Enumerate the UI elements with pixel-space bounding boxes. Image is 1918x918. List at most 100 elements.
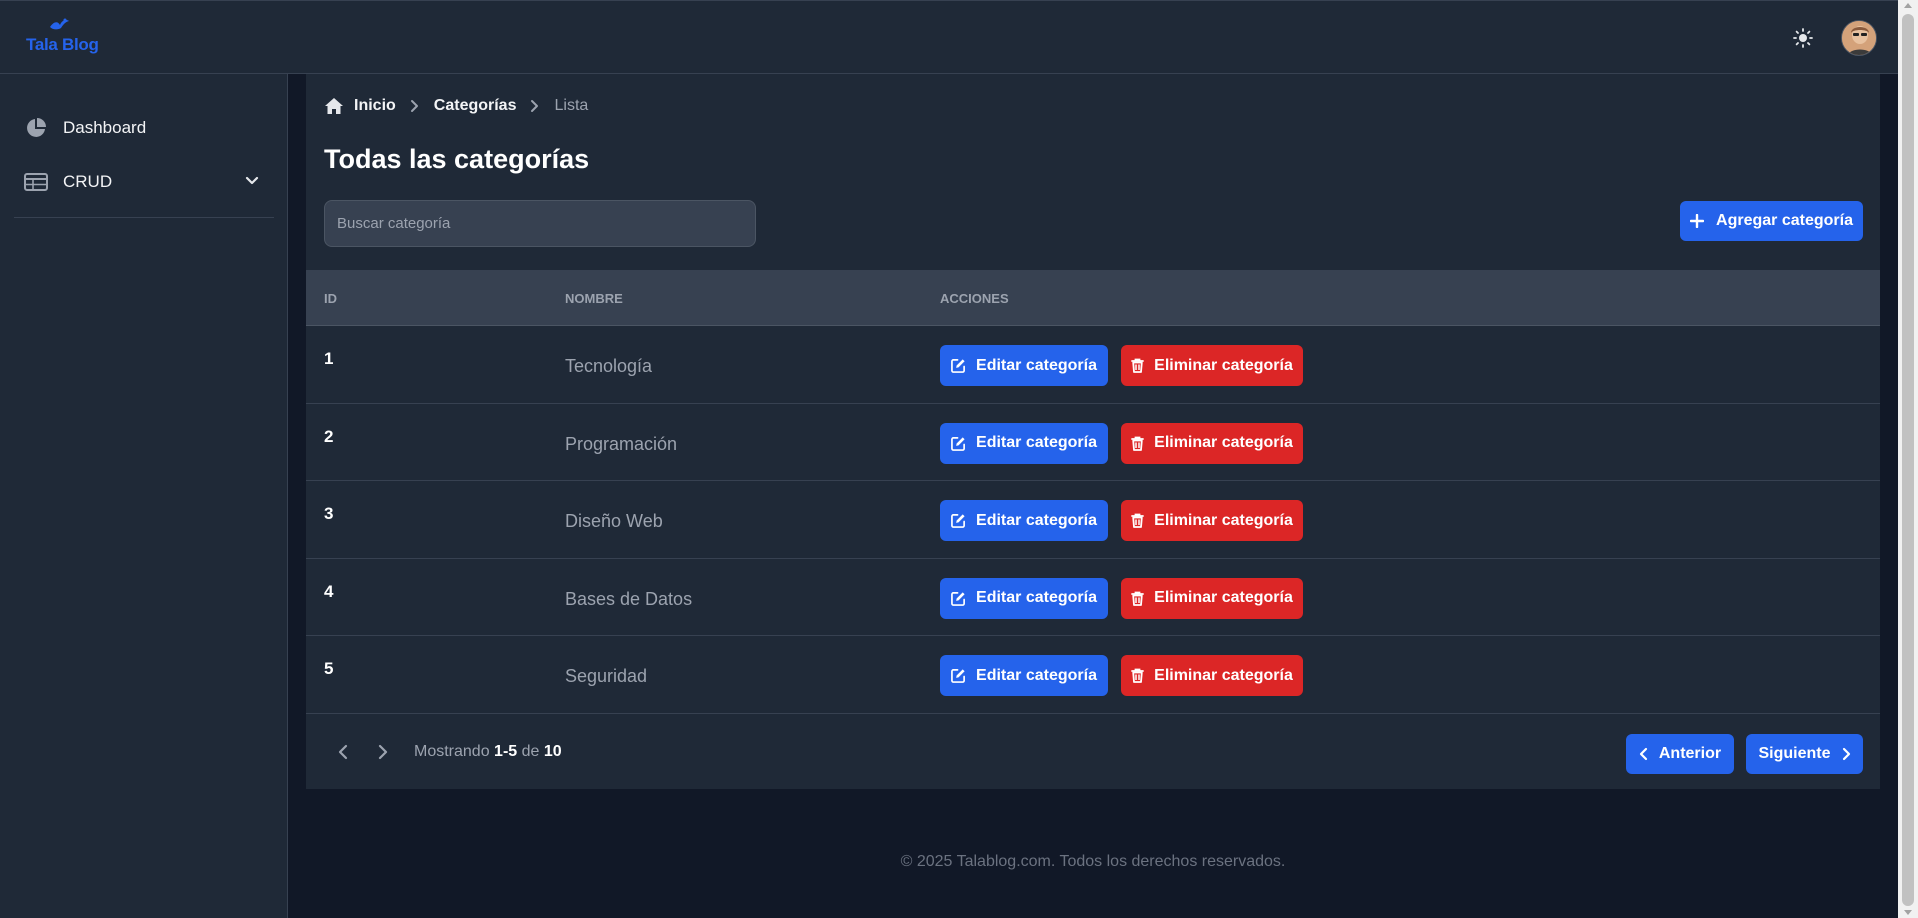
sidebar-divider: [14, 217, 274, 218]
edit-icon: [951, 359, 965, 373]
table-row: 5 Seguridad Editar categoría Eliminar categ…: [306, 636, 1880, 714]
logo-text: Tala Blog: [26, 35, 99, 54]
table-icon: [24, 170, 48, 194]
delete-category-button[interactable]: Eliminar categoría: [1121, 577, 1303, 619]
edit-category-button[interactable]: Editar categoría: [940, 500, 1108, 541]
logo[interactable]: Tala Blog: [24, 17, 108, 59]
chevron-right-icon: [1842, 747, 1850, 761]
search-input[interactable]: [324, 200, 756, 247]
edit-category-button[interactable]: Editar categoría: [940, 655, 1108, 696]
cell-id: 4: [324, 581, 334, 601]
sidebar-item-crud[interactable]: CRUD: [14, 160, 274, 204]
edit-category-label: Editar categoría: [976, 589, 1097, 606]
scroll-down-icon[interactable]: [1904, 910, 1912, 915]
pagination: Mostrando 1-5 de 10 Anterior Siguiente: [306, 714, 1880, 789]
delete-category-label: Eliminar categoría: [1154, 434, 1293, 451]
add-category-label: Agregar categoría: [1716, 212, 1853, 229]
cell-name: Bases de Datos: [565, 588, 693, 609]
delete-category-label: Eliminar categoría: [1154, 666, 1293, 684]
chevron-left-icon: [1639, 747, 1647, 761]
sidebar-item-label: Dashboard: [63, 118, 147, 137]
table-header: ID NOMBRE ACCIONES: [306, 270, 1880, 326]
chevron-right-icon: [530, 99, 540, 113]
cell-id: 1: [324, 349, 334, 368]
categories-table: ID NOMBRE ACCIONES 1 Tecnología Editar cat…: [306, 270, 1880, 714]
breadcrumb-current: Lista: [554, 97, 589, 114]
delete-category-button[interactable]: Eliminar categoría: [1121, 345, 1303, 386]
avatar-image: [1842, 21, 1876, 55]
delete-category-label: Eliminar categoría: [1154, 589, 1293, 606]
edit-category-label: Editar categoría: [976, 666, 1097, 684]
edit-icon: [951, 436, 965, 451]
table-row: 1 Tecnología Editar categoría Eliminar cate…: [306, 326, 1880, 404]
edit-icon: [951, 514, 965, 528]
chevron-down-icon[interactable]: [244, 172, 260, 193]
delete-category-label: Eliminar categoría: [1154, 356, 1293, 374]
previous-button[interactable]: Anterior: [1626, 734, 1734, 774]
add-category-button[interactable]: Agregar categoría: [1680, 201, 1863, 241]
cell-id: 5: [324, 659, 334, 678]
pagination-range: 1-5: [494, 743, 518, 760]
page-scrollbar[interactable]: [1898, 0, 1918, 918]
scrollbar-thumb[interactable]: [1902, 14, 1914, 906]
column-header-id: ID: [324, 291, 337, 306]
trash-icon: [1131, 513, 1145, 528]
previous-label: Anterior: [1658, 745, 1722, 762]
edit-category-label: Editar categoría: [976, 356, 1097, 374]
page-title: Todas las categorías: [324, 144, 590, 174]
trash-icon: [1131, 591, 1145, 606]
sidebar: Dashboard CRUD: [0, 74, 288, 918]
breadcrumb-home-label: Inicio: [354, 97, 396, 114]
sun-icon: [1793, 28, 1813, 48]
edit-category-button[interactable]: Editar categoría: [940, 422, 1108, 464]
sidebar-item-dashboard[interactable]: Dashboard: [14, 106, 274, 150]
delete-category-button[interactable]: Eliminar categoría: [1121, 655, 1303, 696]
theme-toggle-button[interactable]: [1791, 26, 1815, 50]
pagination-of: de: [521, 743, 540, 760]
next-label: Siguiente: [1758, 745, 1831, 762]
footer-copyright: © 2025 Talablog.com. Todos los derechos …: [900, 853, 1286, 870]
breadcrumb-home[interactable]: Inicio: [324, 97, 396, 115]
cell-name: Tecnología: [565, 356, 653, 376]
breadcrumb-categorias[interactable]: Categorías: [434, 97, 517, 115]
edit-category-label: Editar categoría: [976, 434, 1097, 451]
trash-icon: [1131, 358, 1145, 373]
chevron-left-icon: [338, 744, 348, 760]
top-bar: Tala Blog: [0, 0, 1898, 74]
home-icon: [325, 98, 343, 114]
trash-icon: [1131, 668, 1145, 683]
table-row: 2 Programación Editar categoría Eliminar ca…: [306, 403, 1880, 481]
plus-icon: [1690, 214, 1705, 228]
pagination-summary: Mostrando 1-5 de 10: [414, 743, 562, 761]
sidebar-item-label: CRUD: [63, 172, 113, 191]
pagination-total: 10: [543, 743, 562, 760]
breadcrumb: Inicio Categorías Lista: [324, 95, 588, 117]
delete-category-button[interactable]: Eliminar categoría: [1121, 500, 1303, 541]
pagination-next-icon[interactable]: [374, 743, 392, 761]
column-header-name: NOMBRE: [565, 291, 623, 306]
next-button[interactable]: Siguiente: [1746, 734, 1863, 774]
cell-id: 2: [324, 426, 334, 446]
cell-id: 3: [324, 504, 334, 523]
delete-category-button[interactable]: Eliminar categoría: [1121, 422, 1303, 464]
edit-category-button[interactable]: Editar categoría: [940, 577, 1108, 619]
cell-name: Seguridad: [565, 666, 648, 686]
trash-icon: [1131, 436, 1145, 451]
pagination-prev-icon[interactable]: [334, 743, 352, 761]
table-row: 4 Bases de Datos Editar categoría Eliminar …: [306, 558, 1880, 636]
user-avatar[interactable]: [1841, 20, 1877, 56]
pagination-prefix: Mostrando: [414, 743, 490, 760]
scroll-up-icon[interactable]: [1904, 3, 1912, 8]
edit-category-button[interactable]: Editar categoría: [940, 345, 1108, 386]
pie-chart-icon: [24, 116, 48, 140]
delete-category-label: Eliminar categoría: [1154, 511, 1293, 529]
table-row: 3 Diseño Web Editar categoría Eliminar cate…: [306, 481, 1880, 559]
main-content: Inicio Categorías Lista Todas las catego…: [306, 74, 1880, 789]
column-header-actions: ACCIONES: [940, 291, 1009, 306]
bird-logo-icon: [50, 18, 69, 30]
cell-name: Diseño Web: [565, 511, 663, 531]
edit-category-label: Editar categoría: [976, 511, 1097, 529]
edit-icon: [951, 591, 965, 606]
chevron-right-icon: [410, 99, 420, 113]
cell-name: Programación: [565, 433, 678, 454]
